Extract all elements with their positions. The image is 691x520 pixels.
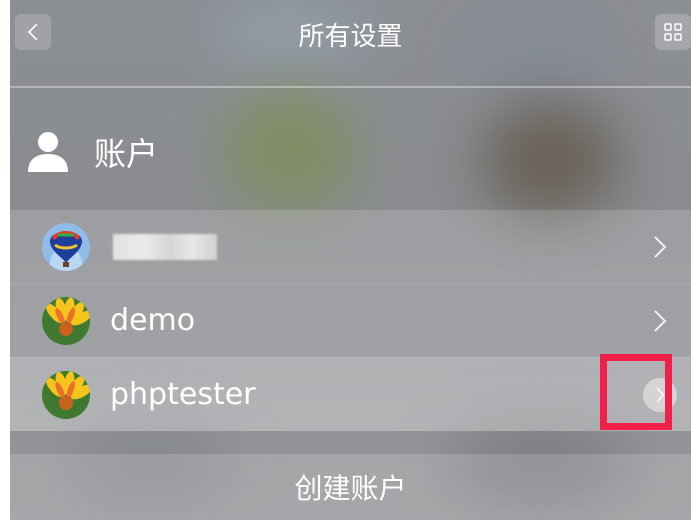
redacted-account-name — [113, 234, 217, 260]
section-title: 账户 — [94, 135, 159, 173]
page-title: 所有设置 — [298, 21, 403, 52]
grid-button[interactable] — [655, 14, 691, 50]
create-account-button[interactable]: 创建账户 — [10, 454, 691, 520]
account-name: phptester — [110, 377, 256, 412]
account-list: demo phptester — [10, 210, 691, 431]
user-icon — [28, 132, 68, 172]
hot-air-balloon-avatar — [42, 223, 90, 271]
settings-panel: 所有设置 账户 demo phptester 创建账户 — [10, 0, 691, 520]
accounts-section-header: 账户 — [10, 88, 691, 210]
account-name: demo — [110, 303, 196, 338]
grid-icon — [664, 23, 682, 41]
chevron-right-icon[interactable] — [651, 307, 669, 335]
highlight-box — [600, 354, 672, 430]
account-row-redacted[interactable] — [10, 210, 691, 283]
chevron-right-icon[interactable] — [651, 233, 669, 261]
account-row-demo[interactable]: demo — [10, 283, 691, 357]
header: 所有设置 — [10, 0, 691, 86]
flower-avatar — [42, 297, 90, 345]
window: 所有设置 账户 demo phptester 创建账户 — [0, 0, 691, 520]
account-row-phptester[interactable]: phptester — [10, 357, 691, 431]
flower-avatar — [42, 371, 90, 419]
